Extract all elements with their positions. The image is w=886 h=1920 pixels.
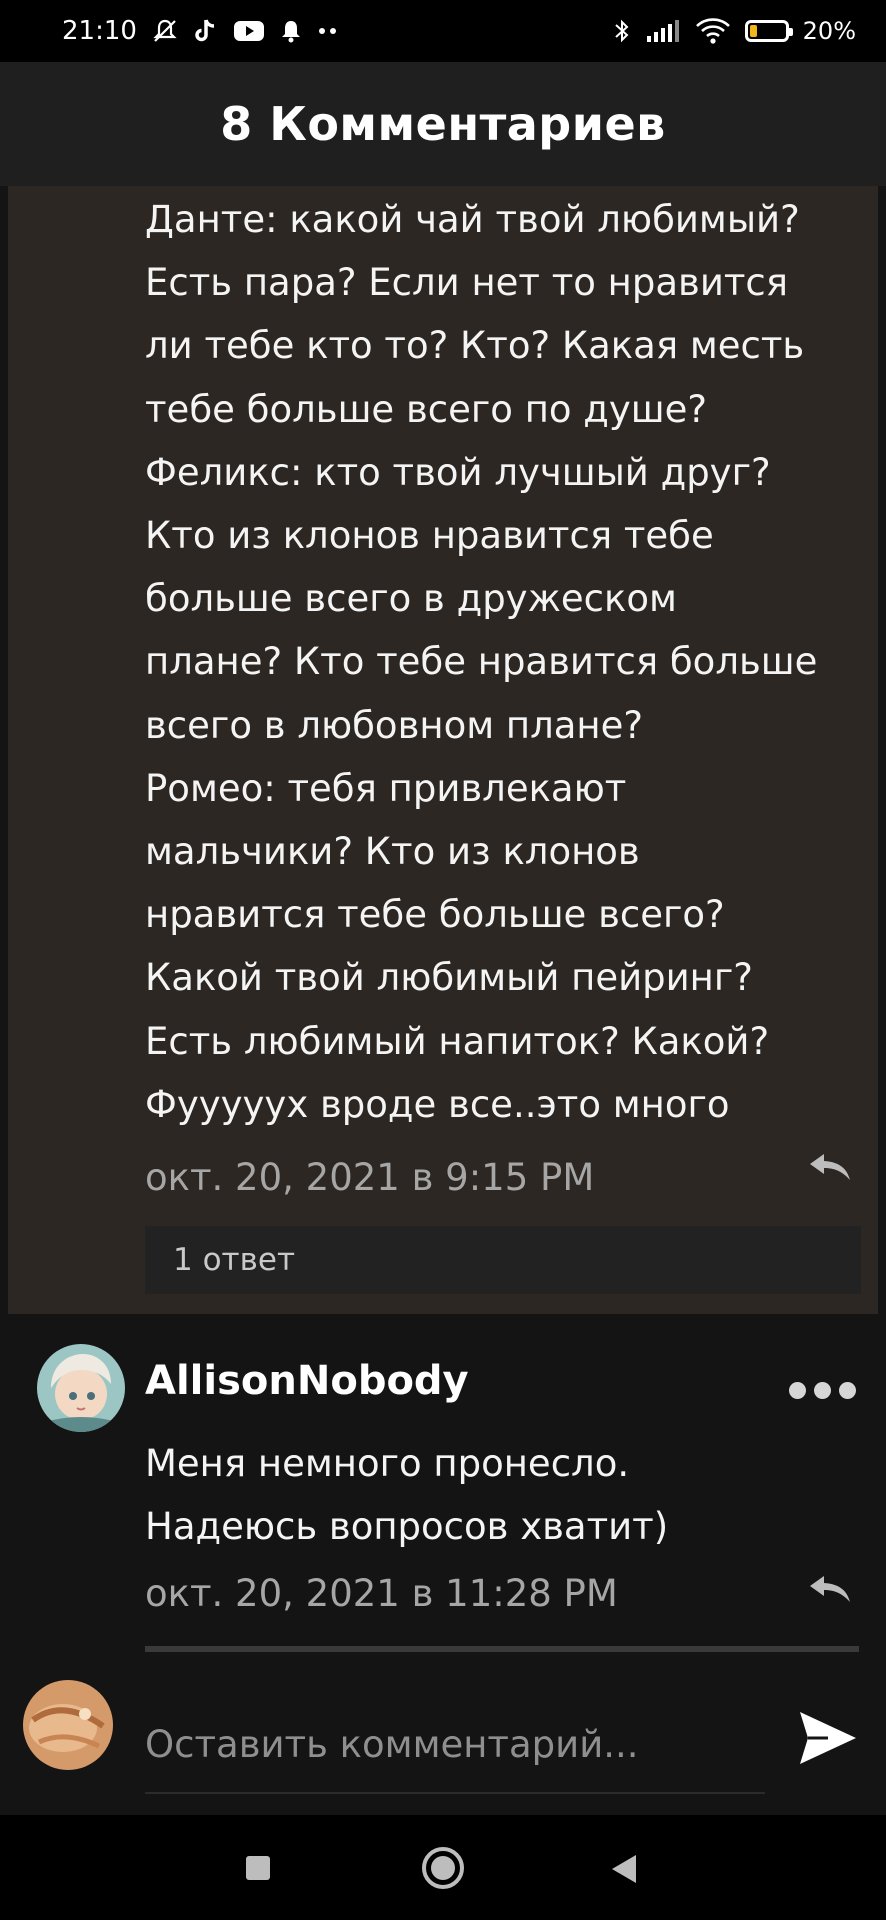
back-icon[interactable] [610, 1853, 638, 1885]
replies-toggle[interactable]: 1 ответ [145, 1226, 861, 1294]
bluetooth-icon [613, 16, 631, 46]
comment-line: Ромео: тебя привлекают [145, 766, 627, 810]
comment-line: Есть пара? Если нет то нравится [145, 261, 789, 305]
comment-line: Фууууух вроде все..это много [145, 1082, 730, 1126]
page-title: 8 Комментариев [220, 97, 666, 151]
status-right: 20% [613, 16, 856, 46]
battery-icon [744, 20, 793, 42]
more-options-icon[interactable] [789, 1382, 856, 1399]
avatar[interactable] [37, 1344, 125, 1432]
username[interactable]: AllisonNobody [145, 1358, 469, 1404]
comment-timestamp: окт. 20, 2021 в 11:28 PM [145, 1572, 618, 1615]
system-nav-bar [0, 1815, 886, 1920]
input-underline [145, 1792, 765, 1794]
highlighted-comment: Данте: какой чай твой любимый? Есть пара?… [8, 186, 878, 1314]
battery-percent: 20% [802, 17, 856, 45]
comment-line: Феликс: кто твой лучшый друг? [145, 450, 771, 494]
comment-line: Меня немного пронесло. [145, 1442, 630, 1485]
current-user-avatar [23, 1680, 113, 1770]
comment-line: плане? Кто тебе нравится больше [145, 640, 818, 684]
comment-line: тебе больше всего по душе? [145, 387, 708, 431]
comment-line: Данте: какой чай твой любимый? [145, 198, 800, 241]
reply-icon[interactable] [806, 1572, 854, 1606]
send-icon[interactable] [796, 1706, 860, 1770]
status-time: 21:10 [62, 16, 137, 46]
comment-input[interactable] [145, 1714, 765, 1774]
more-dots-icon [317, 16, 339, 46]
comment-line: ли тебе кто то? Кто? Какая месть [145, 324, 805, 368]
comment-line: Надеюсь вопросов хватит) [145, 1505, 669, 1548]
mute-icon [151, 16, 179, 46]
comment-text: Данте: какой чай твой любимый? Есть пара?… [145, 186, 865, 1136]
comment-text: Меня немного пронесло. Надеюсь вопросов х… [145, 1432, 668, 1558]
comment-timestamp: окт. 20, 2021 в 9:15 PM [145, 1156, 595, 1199]
home-icon[interactable] [420, 1845, 466, 1891]
compose-bar [0, 1660, 886, 1815]
recent-apps-icon[interactable] [245, 1855, 271, 1881]
comment-line: мальчики? Кто из клонов [145, 830, 640, 874]
comment-line: Есть любимый напиток? Какой? [145, 1019, 770, 1063]
signal-icon [645, 16, 681, 46]
status-left: 21:10 [62, 16, 339, 46]
reply-icon[interactable] [806, 1150, 854, 1184]
replies-label: 1 ответ [173, 1242, 296, 1278]
comments-header: 8 Комментариев [0, 62, 886, 186]
divider [145, 1646, 859, 1652]
comment-line: Какой твой любимый пейринг? [145, 956, 753, 1000]
comment-item: AllisonNobody Меня немного пронесло. Наде… [0, 1314, 886, 1654]
youtube-icon [233, 16, 265, 46]
wifi-icon [695, 16, 731, 46]
comment-line: Кто из клонов нравится тебе [145, 514, 714, 558]
comment-line: больше всего в дружеском [145, 577, 677, 621]
battery-fill [749, 25, 757, 37]
bell-icon [279, 16, 303, 46]
status-bar: 21:10 20% [0, 0, 886, 62]
comment-line: всего в любовном плане? [145, 703, 643, 747]
comment-line: нравится тебе больше всего? [145, 893, 725, 937]
tiktok-icon [193, 16, 219, 46]
